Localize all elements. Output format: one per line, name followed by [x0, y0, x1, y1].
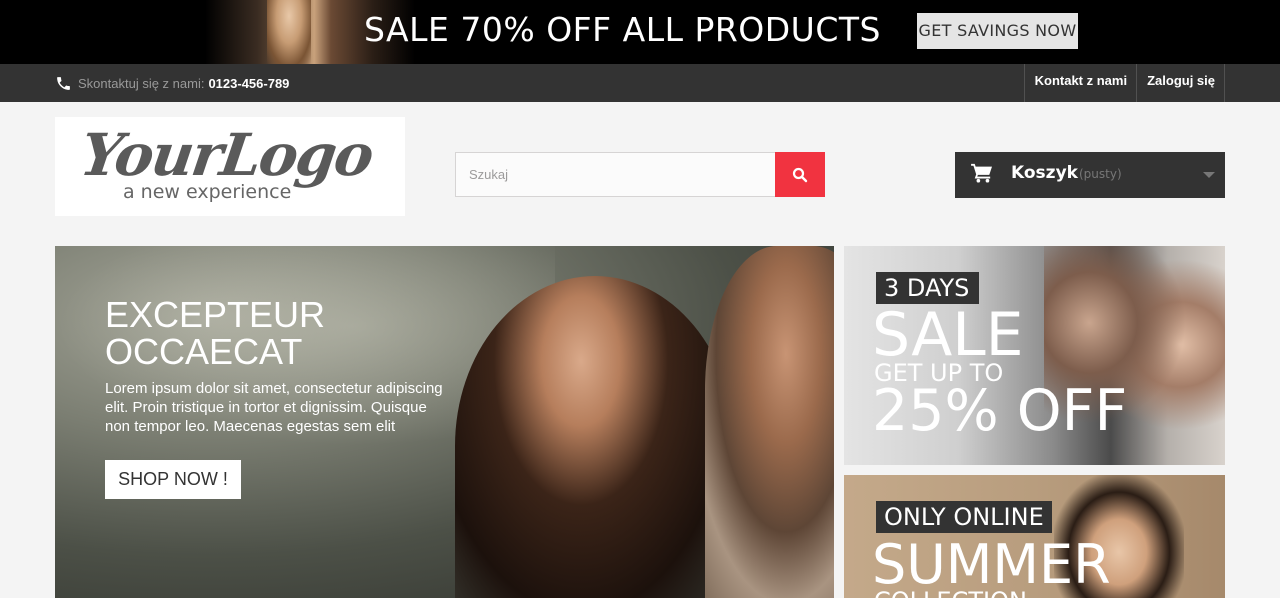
cart-icon — [971, 163, 992, 183]
sale-banner[interactable]: 3 DAYS SALE GET UP TO 25% OFF — [844, 246, 1225, 465]
site-logo[interactable]: YourLogo a new experience — [55, 117, 405, 216]
top-nav-bar: Skontaktuj się z nami: 0123-456-789 Kont… — [0, 64, 1280, 102]
promo-model-face — [267, 0, 311, 64]
banner-headline: SUMMER — [872, 533, 1111, 596]
search-button[interactable] — [775, 152, 825, 197]
hero-woman-image — [455, 276, 735, 598]
search-icon — [792, 167, 808, 182]
hero-description: Lorem ipsum dolor sit amet, consectetur … — [105, 380, 443, 435]
hero-title: EXCEPTEUR OCCAECAT — [105, 294, 326, 372]
shop-now-button[interactable]: SHOP NOW ! — [105, 460, 241, 499]
cart-button[interactable]: Koszyk (pusty) — [955, 152, 1225, 198]
hero-man-image — [705, 246, 834, 598]
login-link[interactable]: Zaloguj się — [1136, 64, 1225, 102]
get-savings-button[interactable]: GET SAVINGS NOW — [917, 13, 1078, 49]
logo-tagline: a new experience — [123, 181, 292, 203]
summer-collection-banner[interactable]: ONLY ONLINE SUMMER COLLECTION — [844, 475, 1225, 598]
phone-icon — [57, 77, 70, 90]
banner-discount: 25% OFF — [872, 378, 1128, 444]
contact-info: Skontaktuj się z nami: 0123-456-789 — [55, 75, 289, 92]
contact-label: Skontaktuj się z nami: — [78, 76, 205, 91]
banner-subline: COLLECTION — [874, 588, 1027, 598]
hero-slide[interactable]: EXCEPTEUR OCCAECAT Lorem ipsum dolor sit… — [55, 246, 834, 598]
promo-headline: SALE 70% OFF ALL PRODUCTS — [364, 10, 881, 49]
phone-number: 0123-456-789 — [208, 76, 290, 91]
nav-links: Kontakt z nami Zaloguj się — [1023, 64, 1225, 102]
search-input[interactable] — [455, 152, 775, 197]
search-form — [455, 152, 825, 197]
logo-wordmark: YourLogo — [76, 121, 377, 189]
top-promo-banner[interactable]: SALE 70% OFF ALL PRODUCTS GET SAVINGS NO… — [0, 0, 1280, 64]
contact-us-link[interactable]: Kontakt z nami — [1023, 64, 1136, 102]
cart-status: (pusty) — [1079, 167, 1122, 181]
cart-label: Koszyk — [1011, 163, 1078, 183]
banner-tag: ONLY ONLINE — [876, 501, 1052, 533]
chevron-down-icon — [1203, 172, 1215, 178]
